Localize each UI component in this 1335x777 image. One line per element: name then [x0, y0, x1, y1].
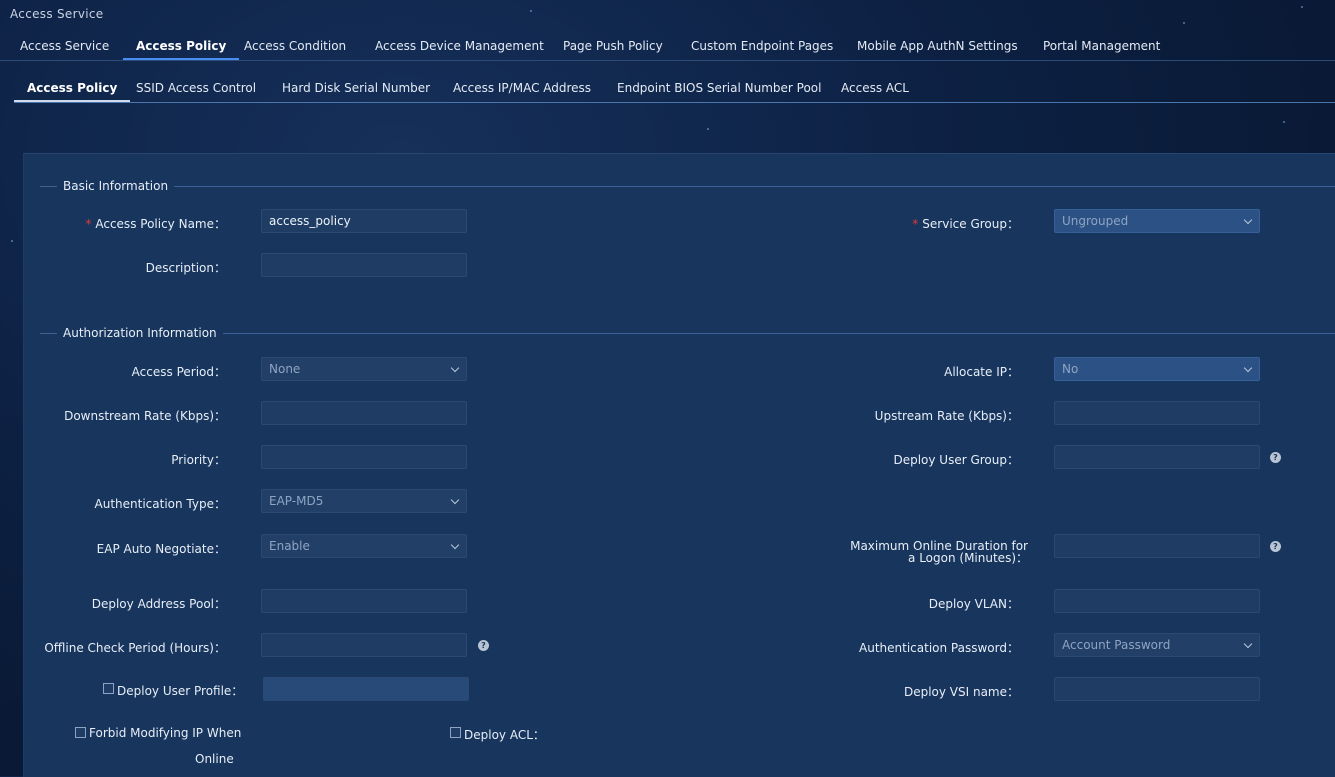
chevron-down-icon: [1243, 215, 1253, 225]
tab-access-condition[interactable]: Access Condition: [231, 33, 359, 59]
deploy-vsi-name-input[interactable]: [1054, 677, 1260, 701]
subtab-hard-disk-serial-number[interactable]: Hard Disk Serial Number: [269, 75, 443, 101]
help-icon[interactable]: ?: [1270, 452, 1281, 463]
service-group-select[interactable]: Ungrouped: [1054, 209, 1260, 233]
subtab-access-ip-mac-address[interactable]: Access IP/MAC Address: [440, 75, 604, 101]
access-policy-name-label-text: Access Policy Name：: [95, 217, 226, 231]
max-online-duration-label: Maximum Online Duration for a Logon (Min…: [850, 539, 1028, 565]
subtab-access-policy[interactable]: Access Policy: [14, 75, 131, 102]
access-period-select[interactable]: None: [261, 357, 467, 381]
deploy-user-group-label: Deploy User Group：: [893, 453, 1019, 467]
chevron-down-icon: [450, 540, 460, 550]
chevron-down-icon: [1243, 639, 1253, 649]
chevron-down-icon: [450, 363, 460, 373]
deploy-user-group-input[interactable]: [1054, 445, 1260, 469]
required-mark: *: [912, 217, 919, 231]
chevron-down-icon: [1243, 363, 1253, 373]
forbid-modifying-ip-label: Forbid Modifying IP When: [89, 726, 242, 740]
allocate-ip-label: Allocate IP：: [944, 365, 1019, 379]
eap-auto-negotiate-value: Enable: [269, 539, 310, 553]
deploy-vlan-input[interactable]: [1054, 589, 1260, 613]
service-group-label-text: Service Group：: [922, 217, 1019, 231]
eap-auto-negotiate-select[interactable]: Enable: [261, 534, 467, 558]
tab-mobile-app-authn-settings[interactable]: Mobile App AuthN Settings: [844, 33, 1031, 59]
service-group-label: * Service Group：: [912, 215, 1019, 232]
chevron-down-icon: [450, 495, 460, 505]
deploy-acl-label: Deploy ACL：: [464, 728, 545, 742]
background-star: [707, 128, 709, 130]
service-group-value: Ungrouped: [1062, 214, 1129, 228]
background-star: [1283, 121, 1285, 123]
deploy-vsi-name-label: Deploy VSI name：: [903, 685, 1019, 699]
subtab-ssid-access-control[interactable]: SSID Access Control: [123, 75, 269, 101]
deploy-user-profile-input[interactable]: [263, 677, 469, 701]
downstream-rate-label: Downstream Rate (Kbps)：: [64, 409, 226, 423]
access-period-label: Access Period：: [131, 365, 226, 379]
help-icon[interactable]: ?: [1270, 541, 1281, 552]
tab-access-device-management[interactable]: Access Device Management: [362, 33, 557, 59]
access-policy-name-label: * Access Policy Name：: [85, 215, 226, 232]
section-divider: [40, 186, 1335, 187]
tab-page-push-policy[interactable]: Page Push Policy: [550, 33, 676, 59]
section-title-basic: Basic Information: [57, 179, 175, 193]
deploy-address-pool-input[interactable]: [261, 589, 467, 613]
offline-check-period-input[interactable]: [261, 633, 467, 657]
offline-check-period-label: Offline Check Period (Hours)：: [44, 641, 226, 655]
deploy-vlan-label: Deploy VLAN：: [928, 597, 1019, 611]
allocate-ip-value: No: [1062, 362, 1079, 376]
max-online-duration-input[interactable]: [1054, 534, 1260, 558]
required-mark: *: [85, 217, 92, 231]
background-star: [1301, 6, 1303, 8]
help-icon[interactable]: ?: [478, 640, 489, 651]
tab-access-service[interactable]: Access Service: [7, 33, 122, 59]
upstream-rate-input[interactable]: [1054, 401, 1260, 425]
authentication-type-value: EAP-MD5: [269, 494, 324, 508]
deploy-acl-checkbox[interactable]: [450, 727, 461, 738]
upstream-rate-label: Upstream Rate (Kbps)：: [874, 409, 1019, 423]
access-period-value: None: [269, 362, 301, 376]
tab-access-policy[interactable]: Access Policy: [123, 33, 240, 60]
background-star: [11, 240, 13, 242]
priority-label: Priority：: [171, 453, 226, 467]
background-star: [530, 10, 532, 12]
section-title-authorization: Authorization Information: [57, 326, 223, 340]
eap-auto-negotiate-label: EAP Auto Negotiate：: [96, 542, 226, 556]
description-label: Description：: [145, 261, 226, 275]
authentication-password-value: Account Password: [1062, 638, 1171, 652]
tab-custom-endpoint-pages[interactable]: Custom Endpoint Pages: [678, 33, 846, 59]
forbid-modifying-ip-checkbox[interactable]: [75, 727, 86, 738]
authentication-password-select[interactable]: Account Password: [1054, 633, 1260, 657]
subtab-access-acl[interactable]: Access ACL: [828, 75, 922, 101]
subtab-endpoint-bios-serial-number-pool[interactable]: Endpoint BIOS Serial Number Pool: [604, 75, 835, 101]
section-divider: [40, 333, 1335, 334]
description-input[interactable]: [261, 253, 467, 277]
forbid-modifying-ip-label-line2: Online: [195, 752, 234, 766]
app-title: Access Service: [10, 7, 104, 21]
deploy-address-pool-label: Deploy Address Pool：: [91, 597, 226, 611]
tab-portal-management[interactable]: Portal Management: [1030, 33, 1173, 59]
access-policy-name-input[interactable]: access_policy: [261, 209, 467, 233]
allocate-ip-select[interactable]: No: [1054, 357, 1260, 381]
deploy-user-profile-label: Deploy User Profile：: [117, 684, 244, 698]
policy-form-panel: Basic Information * Access Policy Name： a…: [23, 153, 1335, 777]
background-star: [1183, 22, 1185, 24]
downstream-rate-input[interactable]: [261, 401, 467, 425]
main-tab-bar: Access Service Access Policy Access Cond…: [0, 33, 1335, 61]
authentication-type-select[interactable]: EAP-MD5: [261, 489, 467, 513]
sub-tab-bar: Access Policy SSID Access Control Hard D…: [14, 75, 1335, 103]
priority-input[interactable]: [261, 445, 467, 469]
authentication-type-label: Authentication Type：: [94, 497, 226, 511]
deploy-user-profile-checkbox[interactable]: [103, 683, 114, 694]
authentication-password-label: Authentication Password：: [859, 641, 1019, 655]
